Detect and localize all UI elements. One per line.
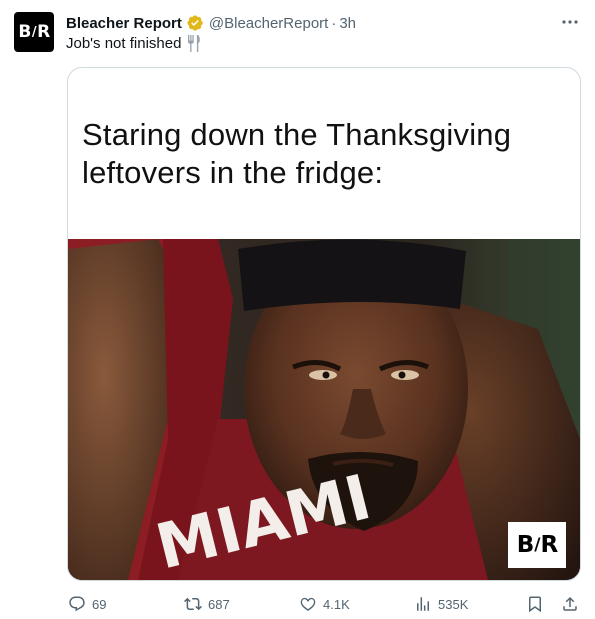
share-button[interactable] xyxy=(561,594,579,614)
separator-dot: · xyxy=(331,14,337,32)
reply-button[interactable]: 69 xyxy=(68,594,106,614)
like-count: 4.1K xyxy=(323,596,350,612)
handle[interactable]: @BleacherReport xyxy=(209,15,328,32)
bookmark-button[interactable] xyxy=(526,594,544,614)
views-button[interactable]: 535K xyxy=(414,594,468,614)
share-icon xyxy=(563,596,577,611)
tweet-header: Bleacher Report @BleacherReport · 3h xyxy=(66,12,356,34)
display-name[interactable]: Bleacher Report xyxy=(66,15,182,32)
avatar[interactable]: B / R xyxy=(14,12,54,52)
views-chart-icon xyxy=(417,597,429,611)
repost-icon xyxy=(184,597,202,611)
br-watermark-logo: B / R xyxy=(508,522,566,568)
timestamp[interactable]: 3h xyxy=(339,15,356,32)
watermark-letter-r: R xyxy=(540,532,559,558)
meme-caption: Staring down the Thanksgiving leftovers … xyxy=(82,117,512,190)
avatar-letter-r: R xyxy=(37,22,50,42)
reply-count: 69 xyxy=(92,596,107,612)
more-options-icon[interactable] xyxy=(559,14,581,30)
repost-button[interactable]: 687 xyxy=(184,594,230,614)
views-count: 535K xyxy=(438,596,469,612)
repost-count: 687 xyxy=(208,596,230,612)
fork-and-knife-icon xyxy=(187,35,201,52)
action-bar: 69 687 4.1K 535K xyxy=(0,594,595,614)
meme-photo[interactable]: MIAMI B / R xyxy=(68,239,580,580)
avatar-slash: / xyxy=(31,24,37,40)
watermark-slash: / xyxy=(534,535,540,555)
heart-icon xyxy=(300,597,316,611)
bookmark-icon xyxy=(529,596,541,613)
verified-badge-icon[interactable] xyxy=(186,14,204,32)
media-card[interactable]: Staring down the Thanksgiving leftovers … xyxy=(67,67,581,581)
tweet-text: Job's not finished xyxy=(66,35,201,52)
like-button[interactable]: 4.1K xyxy=(299,594,350,614)
avatar-letter-b: B xyxy=(18,22,31,42)
reply-icon xyxy=(69,596,85,612)
tweet-text-content: Job's not finished xyxy=(66,35,182,52)
watermark-letter-b: B xyxy=(516,532,535,558)
